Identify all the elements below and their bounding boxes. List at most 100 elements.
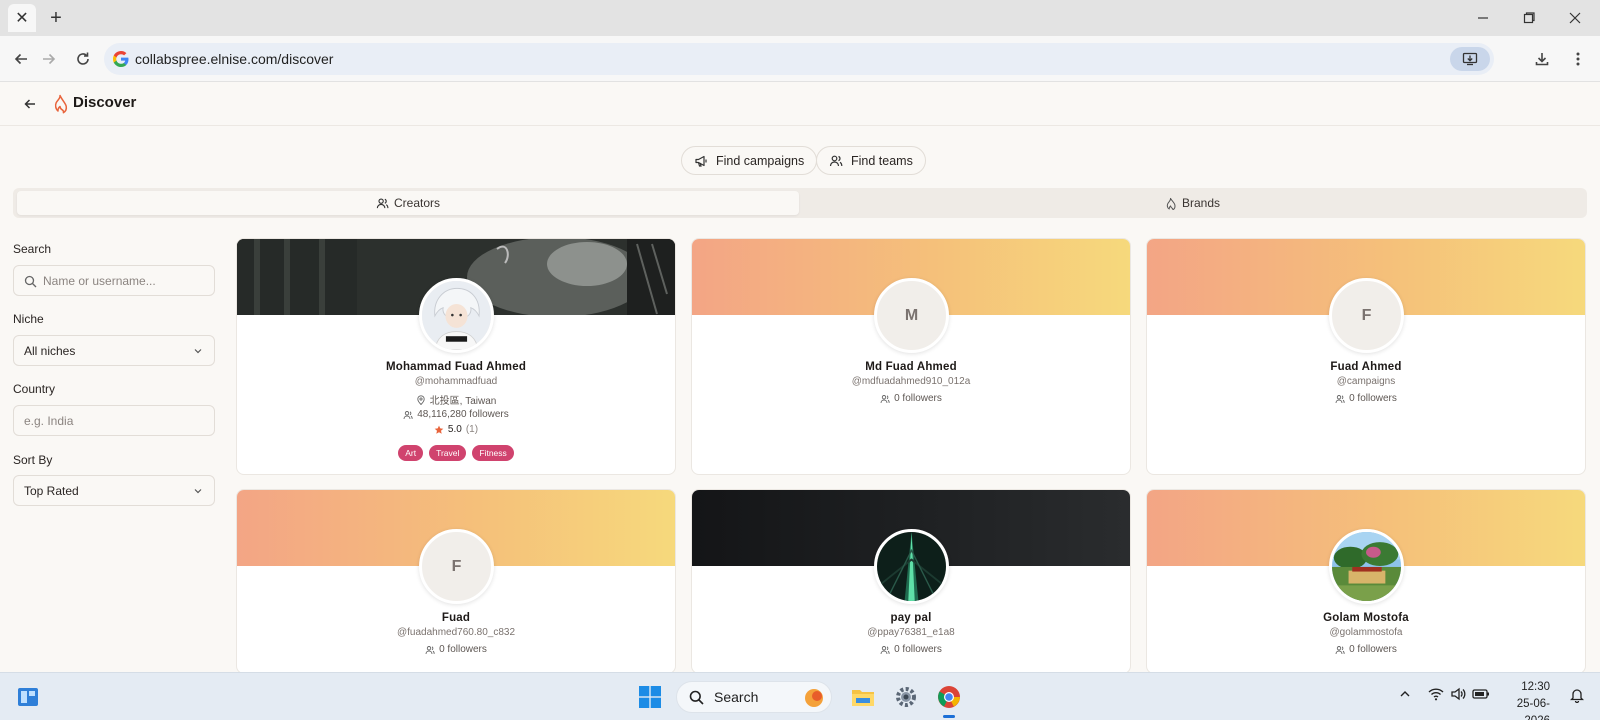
creator-card[interactable]: Mohammad Fuad Ahmed @mohammadfuad 北投區, T… <box>236 238 676 475</box>
creator-handle: @mohammadfuad <box>414 376 498 387</box>
niche-value: All niches <box>24 343 76 358</box>
creator-handle: @fuadahmed760.80_c832 <box>396 627 516 638</box>
creator-name: Golam Mostofa <box>1323 612 1409 624</box>
followers-text: 0 followers <box>439 644 487 655</box>
app-header: Discover <box>0 82 1600 126</box>
users-icon <box>880 394 890 403</box>
volume-icon[interactable] <box>1450 687 1466 704</box>
minimize-icon[interactable] <box>1460 4 1506 32</box>
niche-select[interactable]: All niches <box>13 335 215 366</box>
avatar: F <box>1329 278 1404 353</box>
creator-handle: @mdfuadahmed910_012a <box>851 376 971 387</box>
creator-handle: @ppay76381_e1a8 <box>867 627 955 638</box>
back-arrow-icon[interactable] <box>20 94 40 114</box>
creator-name: pay pal <box>890 612 932 624</box>
downloads-icon[interactable] <box>1528 45 1556 73</box>
find-teams-label: Find teams <box>851 153 913 168</box>
creator-card[interactable]: pay pal @ppay76381_e1a8 0 followers <box>691 489 1131 674</box>
creator-followers: 0 followers <box>237 644 675 655</box>
taskbar: Search 12:30 25-06-2026 <box>0 672 1600 720</box>
users-icon <box>376 197 389 208</box>
taskbar-search[interactable]: Search <box>676 681 832 713</box>
creator-name: Fuad <box>441 612 471 624</box>
users-icon <box>829 155 843 166</box>
clock-date: 25-06-2026 <box>1516 698 1550 720</box>
creator-card[interactable]: F Fuad @fuadahmed760.80_c832 0 followers <box>236 489 676 674</box>
creator-name: Md Fuad Ahmed <box>865 361 957 373</box>
taskbar-search-label: Search <box>714 689 759 705</box>
megaphone-icon <box>695 155 707 167</box>
creator-name: Mohammad Fuad Ahmed <box>385 361 527 373</box>
tab-brands-label: Brands <box>1181 196 1221 210</box>
creator-card[interactable]: Golam Mostofa @golammostofa 0 followers <box>1146 489 1586 674</box>
chevron-down-icon <box>194 349 202 354</box>
address-bar[interactable]: collabspree.elnise.com/discover <box>104 43 1494 75</box>
notification-bell-icon[interactable] <box>1569 687 1585 706</box>
clock-time: 12:30 <box>1521 681 1550 693</box>
creator-card[interactable]: M Md Fuad Ahmed @mdfuadahmed910_012a 0 f… <box>691 238 1131 475</box>
niche-label: Niche <box>13 312 44 326</box>
niche-tags: Art Travel Fitness <box>237 445 675 461</box>
google-icon <box>113 51 129 67</box>
active-app-indicator <box>943 715 955 718</box>
flame-icon <box>54 94 68 114</box>
followers-text: 0 followers <box>1349 393 1397 404</box>
creator-name: Fuad Ahmed <box>1330 361 1402 373</box>
browser-toolbar: collabspree.elnise.com/discover <box>0 36 1600 82</box>
install-app-icon[interactable] <box>1450 47 1490 71</box>
settings-gear-icon[interactable] <box>890 681 922 713</box>
creator-card[interactable]: F Fuad Ahmed @campaigns 0 followers <box>1146 238 1586 475</box>
widgets-icon[interactable] <box>12 681 44 713</box>
creator-followers: 0 followers <box>1147 393 1585 404</box>
creator-handle: @golammostofa <box>1329 627 1403 638</box>
browser-menu-icon[interactable] <box>1564 45 1592 73</box>
flame-icon <box>1166 197 1176 210</box>
tab-creators-label: Creators <box>393 196 440 210</box>
chevron-down-icon <box>194 489 202 494</box>
browser-forward-icon[interactable] <box>35 45 63 73</box>
users-icon <box>1335 645 1345 654</box>
find-campaigns-button[interactable]: Find campaigns <box>681 146 818 175</box>
creator-followers: 0 followers <box>692 644 1130 655</box>
creator-handle: @campaigns <box>1336 376 1396 387</box>
creators-brands-toggle: Creators Brands <box>13 188 1587 218</box>
reload-icon[interactable] <box>69 45 97 73</box>
country-input[interactable]: e.g. India <box>13 405 215 436</box>
avatar: F <box>419 529 494 604</box>
chrome-icon[interactable] <box>933 681 965 718</box>
wifi-icon[interactable] <box>1428 687 1444 704</box>
avatar: M <box>874 278 949 353</box>
file-explorer-icon[interactable] <box>847 681 879 713</box>
url-text: collabspree.elnise.com/discover <box>135 51 334 67</box>
followers-text: 48,116,280 followers <box>417 409 509 420</box>
close-tab-icon[interactable]: ✕ <box>8 4 36 32</box>
rating-count: (1) <box>465 424 479 435</box>
users-icon <box>425 645 435 654</box>
followers-text: 0 followers <box>1349 644 1397 655</box>
avatar <box>419 278 494 353</box>
close-window-icon[interactable] <box>1552 4 1598 32</box>
creator-followers: 48,116,280 followers <box>237 409 675 420</box>
find-campaigns-label: Find campaigns <box>716 153 805 168</box>
avatar <box>874 529 949 604</box>
restore-icon[interactable] <box>1506 4 1552 32</box>
browser-tab-strip: ✕ + <box>0 0 1600 36</box>
tab-brands[interactable]: Brands <box>801 191 1583 215</box>
star-icon <box>434 425 444 434</box>
start-button-icon[interactable] <box>634 681 666 713</box>
country-placeholder: e.g. India <box>24 413 74 428</box>
sort-label: Sort By <box>13 453 53 467</box>
new-tab-icon[interactable]: + <box>44 6 68 30</box>
system-clock[interactable]: 12:30 25-06-2026 <box>1498 679 1550 720</box>
page-title: Discover <box>73 94 137 111</box>
find-teams-button[interactable]: Find teams <box>816 146 926 175</box>
tab-creators[interactable]: Creators <box>17 191 799 215</box>
search-input[interactable]: Name or username... <box>13 265 215 296</box>
sort-select[interactable]: Top Rated <box>13 475 215 506</box>
chevron-up-icon[interactable] <box>1398 687 1412 704</box>
niche-tag: Art <box>398 445 424 461</box>
browser-back-icon[interactable] <box>7 45 35 73</box>
niche-tag: Travel <box>429 445 467 461</box>
country-label: Country <box>13 382 56 396</box>
battery-icon[interactable] <box>1472 687 1490 704</box>
